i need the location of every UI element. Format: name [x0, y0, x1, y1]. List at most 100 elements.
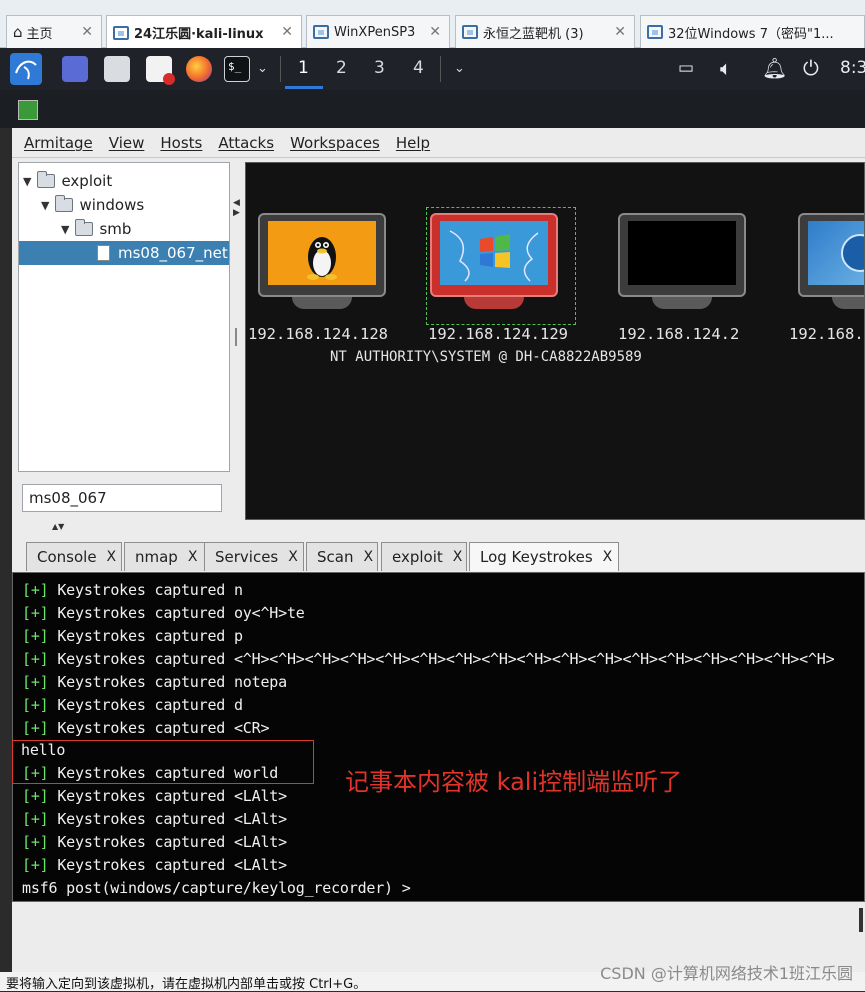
file-icon: [97, 245, 110, 261]
annotation-highlight-box: [12, 740, 314, 784]
monitor-stand: [652, 297, 712, 309]
menu-bar: Armitage View Hosts Attacks Workspaces H…: [12, 128, 865, 158]
console-prompt[interactable]: msf6 post(windows/capture/keylog_recorde…: [22, 879, 411, 897]
tab-close-button[interactable]: X: [288, 549, 298, 565]
host-ip: 192.168.: [789, 325, 864, 343]
tab-label: Log Keystrokes: [480, 548, 593, 566]
tree-item-label: windows: [79, 196, 145, 214]
vm-icon: [647, 25, 663, 39]
vm-tab-win7[interactable]: 32位Windows 7（密码"1...: [640, 15, 865, 48]
kali-menu-icon[interactable]: [10, 53, 42, 85]
expand-arrow-icon[interactable]: ▼: [23, 175, 31, 188]
tab-log-keystrokes[interactable]: Log Keystrokes X: [469, 542, 619, 571]
expand-arrow-icon[interactable]: ▼: [61, 223, 69, 236]
vm-tab-eternalblue[interactable]: 永恒之蓝靶机 (3) ✕: [455, 15, 635, 48]
windows-7-orb-icon: [841, 234, 864, 272]
session-user-label: NT AUTHORITY\SYSTEM @ DH-CA8822AB9589: [330, 349, 642, 365]
tree-item-label: smb: [99, 220, 132, 238]
firefox-icon[interactable]: [186, 56, 212, 82]
console-line: [+] Keystrokes captured <LAlt>: [22, 810, 287, 828]
armitage-titlebar: [0, 90, 865, 128]
close-icon[interactable]: ✕: [429, 24, 441, 40]
kali-taskbar: $_ ⌄ 1 2 3 4 ⌄ ▭ 🔈︎ 🔔︎ ⏻ 8:3: [0, 48, 865, 90]
close-icon[interactable]: ✕: [81, 24, 93, 40]
scrollbar[interactable]: [859, 908, 863, 932]
monitor-icon: [258, 213, 386, 297]
workspace-2[interactable]: 2: [336, 58, 347, 78]
module-tree: ▼ exploit ▼ windows ▼ smb ms08_067_net: [18, 162, 230, 472]
menu-attacks[interactable]: Attacks: [218, 134, 274, 152]
desktop-icon[interactable]: [62, 56, 88, 82]
volume-icon[interactable]: 🔈︎: [720, 56, 732, 80]
text-editor-icon[interactable]: [146, 56, 175, 85]
folder-icon: [37, 171, 56, 188]
vm-tab-label: 永恒之蓝靶机 (3): [483, 26, 584, 42]
close-icon[interactable]: ✕: [281, 24, 293, 40]
windows-logo-icon: [449, 230, 539, 282]
monitor-stand: [464, 297, 524, 309]
file-manager-icon[interactable]: [104, 56, 130, 82]
tab-services[interactable]: Services X: [204, 542, 304, 571]
console-line: [+] Keystrokes captured n: [22, 581, 243, 599]
vm-tab-label: 24江乐圆·kali-linux: [134, 27, 264, 42]
workspace-1[interactable]: 1: [298, 58, 309, 78]
chevron-down-icon[interactable]: ⌄: [257, 61, 268, 76]
taskbar-separator: [280, 56, 281, 82]
monitor-icon: [798, 213, 864, 297]
host-ip: 192.168.124.129: [428, 325, 568, 343]
tab-close-button[interactable]: X: [603, 549, 613, 565]
status-text: 要将输入定向到该虚拟机，请在虚拟机内部单击或按 Ctrl+G。: [6, 977, 367, 992]
notification-bell-icon[interactable]: 🔔︎: [762, 56, 787, 80]
vm-tab-kali[interactable]: 24江乐圆·kali-linux ✕: [106, 15, 302, 49]
splitter-handle[interactable]: ◀ ▶: [233, 198, 241, 228]
vm-tab-label: WinXPenSP3: [334, 24, 416, 40]
tab-close-button[interactable]: X: [453, 549, 463, 565]
tree-item-windows[interactable]: ▼ windows: [41, 193, 144, 217]
watermark: CSDN @计算机网络技术1班江乐圆: [600, 964, 853, 983]
menu-view[interactable]: View: [109, 134, 145, 152]
expand-arrow-icon[interactable]: ▼: [41, 199, 49, 212]
vm-tab-strip: ⌂ 主页 ✕ 24江乐圆·kali-linux ✕ WinXPenSP3 ✕ 永…: [0, 0, 865, 49]
taskbar-separator: [440, 56, 441, 82]
tree-item-exploit[interactable]: ▼ exploit: [23, 169, 112, 193]
tab-close-button[interactable]: X: [107, 549, 117, 565]
tab-close-button[interactable]: X: [188, 549, 198, 565]
console-line: [+] Keystrokes captured <LAlt>: [22, 787, 287, 805]
host-ip: 192.168.124.128: [248, 325, 388, 343]
host-ip: 192.168.124.2: [618, 325, 740, 343]
menu-armitage[interactable]: Armitage: [24, 134, 93, 152]
module-search-input[interactable]: [22, 484, 222, 512]
tab-scan[interactable]: Scan X: [306, 542, 378, 571]
tab-close-button[interactable]: X: [363, 549, 373, 565]
menu-hosts[interactable]: Hosts: [160, 134, 202, 152]
tab-nmap[interactable]: nmap X: [124, 542, 206, 571]
tab-label: nmap: [135, 548, 178, 566]
tab-exploit[interactable]: exploit X: [381, 542, 467, 571]
folder-icon: [75, 219, 94, 236]
target-host-view: 192.168.124.128 192.168.124.129 NT AUTHO…: [245, 162, 865, 520]
display-icon[interactable]: ▭: [678, 58, 694, 78]
workspace-4[interactable]: 4: [413, 58, 424, 78]
workspace-3[interactable]: 3: [374, 58, 385, 78]
console-line: [+] Keystrokes captured <LAlt>: [22, 856, 287, 874]
tab-label: Console: [37, 548, 97, 566]
vm-icon: [462, 25, 478, 39]
vm-tab-home[interactable]: ⌂ 主页 ✕: [6, 15, 102, 48]
close-icon[interactable]: ✕: [614, 24, 626, 40]
terminal-icon[interactable]: $_: [224, 56, 250, 82]
menu-workspaces[interactable]: Workspaces: [290, 134, 380, 152]
menu-help[interactable]: Help: [396, 134, 430, 152]
keystroke-console[interactable]: [+] Keystrokes captured n [+] Keystrokes…: [12, 572, 865, 902]
vm-tab-label: 主页: [26, 26, 53, 42]
power-icon[interactable]: ⏻: [803, 56, 819, 80]
chevron-down-icon[interactable]: ⌄: [454, 61, 465, 76]
tree-item-smb[interactable]: ▼ smb: [61, 217, 131, 241]
splitter-grip[interactable]: [235, 328, 237, 346]
tab-label: Scan: [317, 548, 354, 566]
folder-icon: [55, 195, 74, 212]
clock: 8:3: [840, 58, 865, 78]
armitage-app-icon: [18, 100, 38, 120]
tab-console[interactable]: Console X: [26, 542, 122, 571]
vm-tab-winxp[interactable]: WinXPenSP3 ✕: [306, 15, 450, 48]
tree-item-ms08-067[interactable]: ms08_067_net: [19, 241, 229, 265]
